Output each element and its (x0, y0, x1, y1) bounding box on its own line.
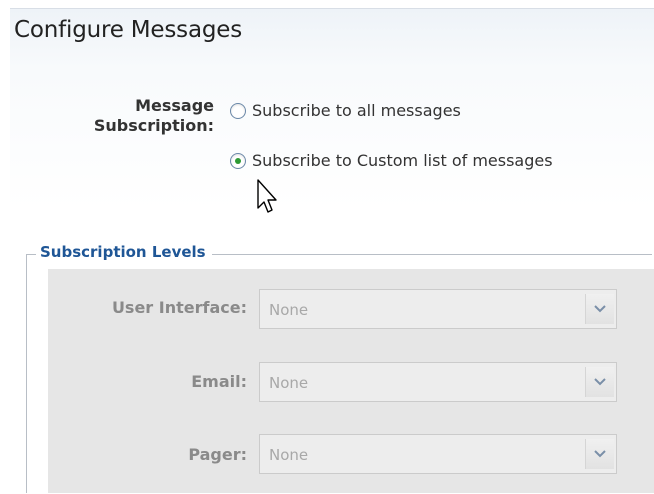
subscription-levels-border-left (26, 254, 27, 493)
user-interface-value: None (269, 301, 309, 319)
user-interface-label: User Interface: (111, 298, 247, 317)
subscription-levels-legend: Subscription Levels (36, 243, 212, 261)
message-subscription-label: Message Subscription: (54, 96, 214, 136)
user-interface-dropdown-button[interactable] (585, 294, 614, 324)
pager-select[interactable]: None (259, 434, 617, 474)
email-value: None (269, 374, 309, 392)
chevron-down-icon (594, 305, 606, 313)
radio-custom-messages-label: Subscribe to Custom list of messages (252, 151, 553, 170)
pager-value: None (269, 446, 309, 464)
message-subscription-label-text: Message Subscription: (93, 96, 214, 135)
email-label: Email: (191, 372, 247, 391)
pager-label: Pager: (188, 445, 247, 464)
radio-all-messages[interactable]: Subscribe to all messages (230, 101, 461, 120)
radio-custom-messages[interactable]: Subscribe to Custom list of messages (230, 151, 553, 170)
page-title: Configure Messages (14, 17, 242, 43)
chevron-down-icon (594, 378, 606, 386)
radio-button-all[interactable] (230, 102, 246, 119)
email-dropdown-button[interactable] (585, 367, 614, 397)
radio-button-custom[interactable] (230, 152, 246, 169)
chevron-down-icon (594, 450, 606, 458)
email-select[interactable]: None (259, 362, 617, 402)
radio-all-messages-label: Subscribe to all messages (252, 101, 461, 120)
mouse-pointer-icon (257, 179, 277, 213)
pager-dropdown-button[interactable] (585, 439, 614, 469)
user-interface-select[interactable]: None (259, 289, 617, 329)
